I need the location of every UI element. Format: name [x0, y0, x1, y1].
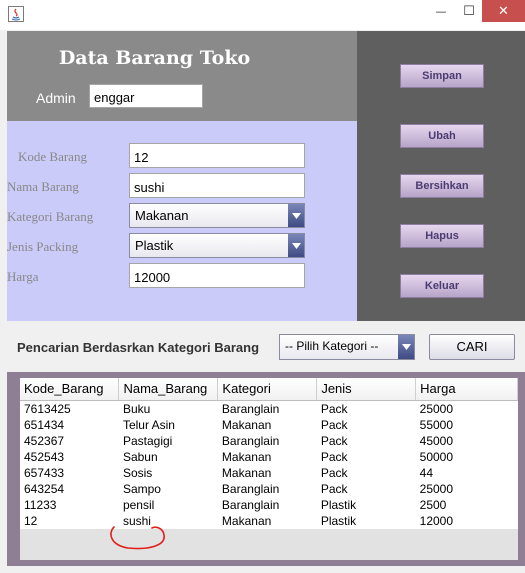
table-cell: 44 — [415, 464, 518, 481]
table-cell: Pack — [316, 432, 416, 449]
table-cell: 452543 — [20, 448, 119, 465]
jenis-packing-select[interactable]: Plastik — [129, 233, 305, 258]
table-cell: Baranglain — [217, 400, 317, 417]
chevron-down-icon[interactable] — [288, 234, 304, 257]
admin-field[interactable] — [89, 84, 203, 108]
page-title: Data Barang Toko — [58, 47, 251, 69]
form-panel: Kode Barang Nama Barang Kategori Barang … — [7, 121, 357, 321]
table-cell: Pack — [316, 400, 416, 417]
table-cell: Baranglain — [217, 432, 317, 449]
table-cell: 25000 — [415, 400, 518, 417]
kategori-barang-selected: Makanan — [135, 208, 189, 223]
kategori-barang-label: Kategori Barang — [7, 209, 94, 224]
table-cell: 25000 — [415, 480, 518, 497]
table-cell: pensil — [118, 496, 218, 513]
chevron-down-icon[interactable] — [288, 204, 304, 227]
table-row[interactable]: 452543 Sabun Makanan Pack 50000 — [20, 448, 518, 465]
cari-button[interactable]: CARI — [429, 334, 515, 360]
red-circle-annotation — [106, 519, 168, 551]
jenis-packing-selected: Plastik — [135, 238, 174, 253]
kode-barang-field[interactable] — [129, 143, 305, 168]
table-cell: 651434 — [20, 416, 119, 433]
table-cell: 643254 — [20, 480, 119, 497]
table-cell: 50000 — [415, 448, 518, 465]
table-cell: 452367 — [20, 432, 119, 449]
chevron-down-icon[interactable] — [398, 335, 414, 359]
table-cell: 657433 — [20, 464, 119, 481]
harga-label: Harga — [7, 269, 39, 284]
table-cell: 45000 — [415, 432, 518, 449]
nama-barang-label: Nama Barang — [7, 179, 79, 194]
table-cell: Pastagigi — [118, 432, 218, 449]
action-panel: Simpan Ubah Bersihkan Hapus Keluar — [357, 31, 525, 321]
table-cell: Makanan — [217, 512, 317, 529]
table-cell: Buku — [118, 400, 218, 417]
table-cell: Plastik — [316, 512, 416, 529]
table-cell: Makanan — [217, 464, 317, 481]
table-cell: Sabun — [118, 448, 218, 465]
table-cell: Sosis — [118, 464, 218, 481]
table-row[interactable]: 7613425 Buku Baranglain Pack 25000 — [20, 400, 518, 417]
window-title-bar[interactable]: — ☐ ✕ — [0, 0, 525, 31]
table-cell: Baranglain — [217, 480, 317, 497]
table-cell: 12 — [20, 512, 119, 529]
simpan-button[interactable]: Simpan — [400, 64, 484, 88]
minimize-icon: — — [435, 4, 447, 18]
java-app-icon — [8, 6, 24, 22]
table-cell: Pack — [316, 464, 416, 481]
kategori-filter-selected: -- Pilih Kategori -- — [285, 339, 379, 353]
close-button[interactable]: ✕ — [482, 0, 525, 22]
minimize-button[interactable]: — — [426, 0, 456, 22]
ubah-button[interactable]: Ubah — [400, 124, 484, 148]
table-row[interactable]: 657433 Sosis Makanan Pack 44 — [20, 464, 518, 481]
column-header[interactable]: Jenis — [316, 378, 417, 401]
jenis-packing-label: Jenis Packing — [7, 239, 79, 254]
table-cell: Plastik — [316, 496, 416, 513]
table-row[interactable]: 12 sushi Makanan Plastik 12000 — [20, 512, 518, 529]
kategori-barang-select[interactable]: Makanan — [129, 203, 305, 228]
table-panel: Kode_Barang Nama_Barang Kategori Jenis H… — [7, 372, 525, 566]
table-cell: Sampo — [118, 480, 218, 497]
table-cell: Baranglain — [217, 496, 317, 513]
admin-label: Admin — [36, 90, 76, 106]
table-cell: Makanan — [217, 448, 317, 465]
hapus-button[interactable]: Hapus — [400, 224, 484, 248]
kode-barang-label: Kode Barang — [18, 149, 87, 164]
column-header[interactable]: Kode_Barang — [20, 378, 120, 401]
table-row[interactable]: 452367 Pastagigi Baranglain Pack 45000 — [20, 432, 518, 449]
table-cell: 11233 — [20, 496, 119, 513]
close-icon: ✕ — [498, 3, 509, 19]
table-cell: Pack — [316, 448, 416, 465]
nama-barang-field[interactable] — [129, 173, 305, 198]
table-row[interactable]: 11233 pensil Baranglain Plastik 2500 — [20, 496, 518, 513]
maximize-icon: ☐ — [463, 3, 475, 19]
column-header[interactable]: Kategori — [217, 378, 318, 401]
maximize-button[interactable]: ☐ — [456, 0, 482, 22]
table-cell: 55000 — [415, 416, 518, 433]
keluar-button[interactable]: Keluar — [400, 274, 484, 298]
table-cell: Telur Asin — [118, 416, 218, 433]
search-label: Pencarian Berdasrkan Kategori Barang — [17, 340, 260, 355]
barang-table: Kode_Barang Nama_Barang Kategori Jenis H… — [20, 378, 518, 529]
table-cell: Makanan — [217, 416, 317, 433]
table-cell: 12000 — [415, 512, 518, 529]
table-cell: 7613425 — [20, 400, 119, 417]
harga-field[interactable] — [129, 263, 305, 288]
table-scroll-area[interactable]: Kode_Barang Nama_Barang Kategori Jenis H… — [20, 378, 518, 560]
bersihkan-button[interactable]: Bersihkan — [400, 174, 484, 198]
table-cell: Pack — [316, 416, 416, 433]
header-panel: Data Barang Toko Admin — [7, 31, 357, 121]
table-cell: Pack — [316, 480, 416, 497]
column-header[interactable]: Harga — [415, 378, 518, 401]
table-cell: 2500 — [415, 496, 518, 513]
column-header[interactable]: Nama_Barang — [118, 378, 219, 401]
kategori-filter-select[interactable]: -- Pilih Kategori -- — [279, 334, 415, 360]
table-row[interactable]: 651434 Telur Asin Makanan Pack 55000 — [20, 416, 518, 433]
table-row[interactable]: 643254 Sampo Baranglain Pack 25000 — [20, 480, 518, 497]
table-header-row: Kode_Barang Nama_Barang Kategori Jenis H… — [20, 378, 518, 401]
